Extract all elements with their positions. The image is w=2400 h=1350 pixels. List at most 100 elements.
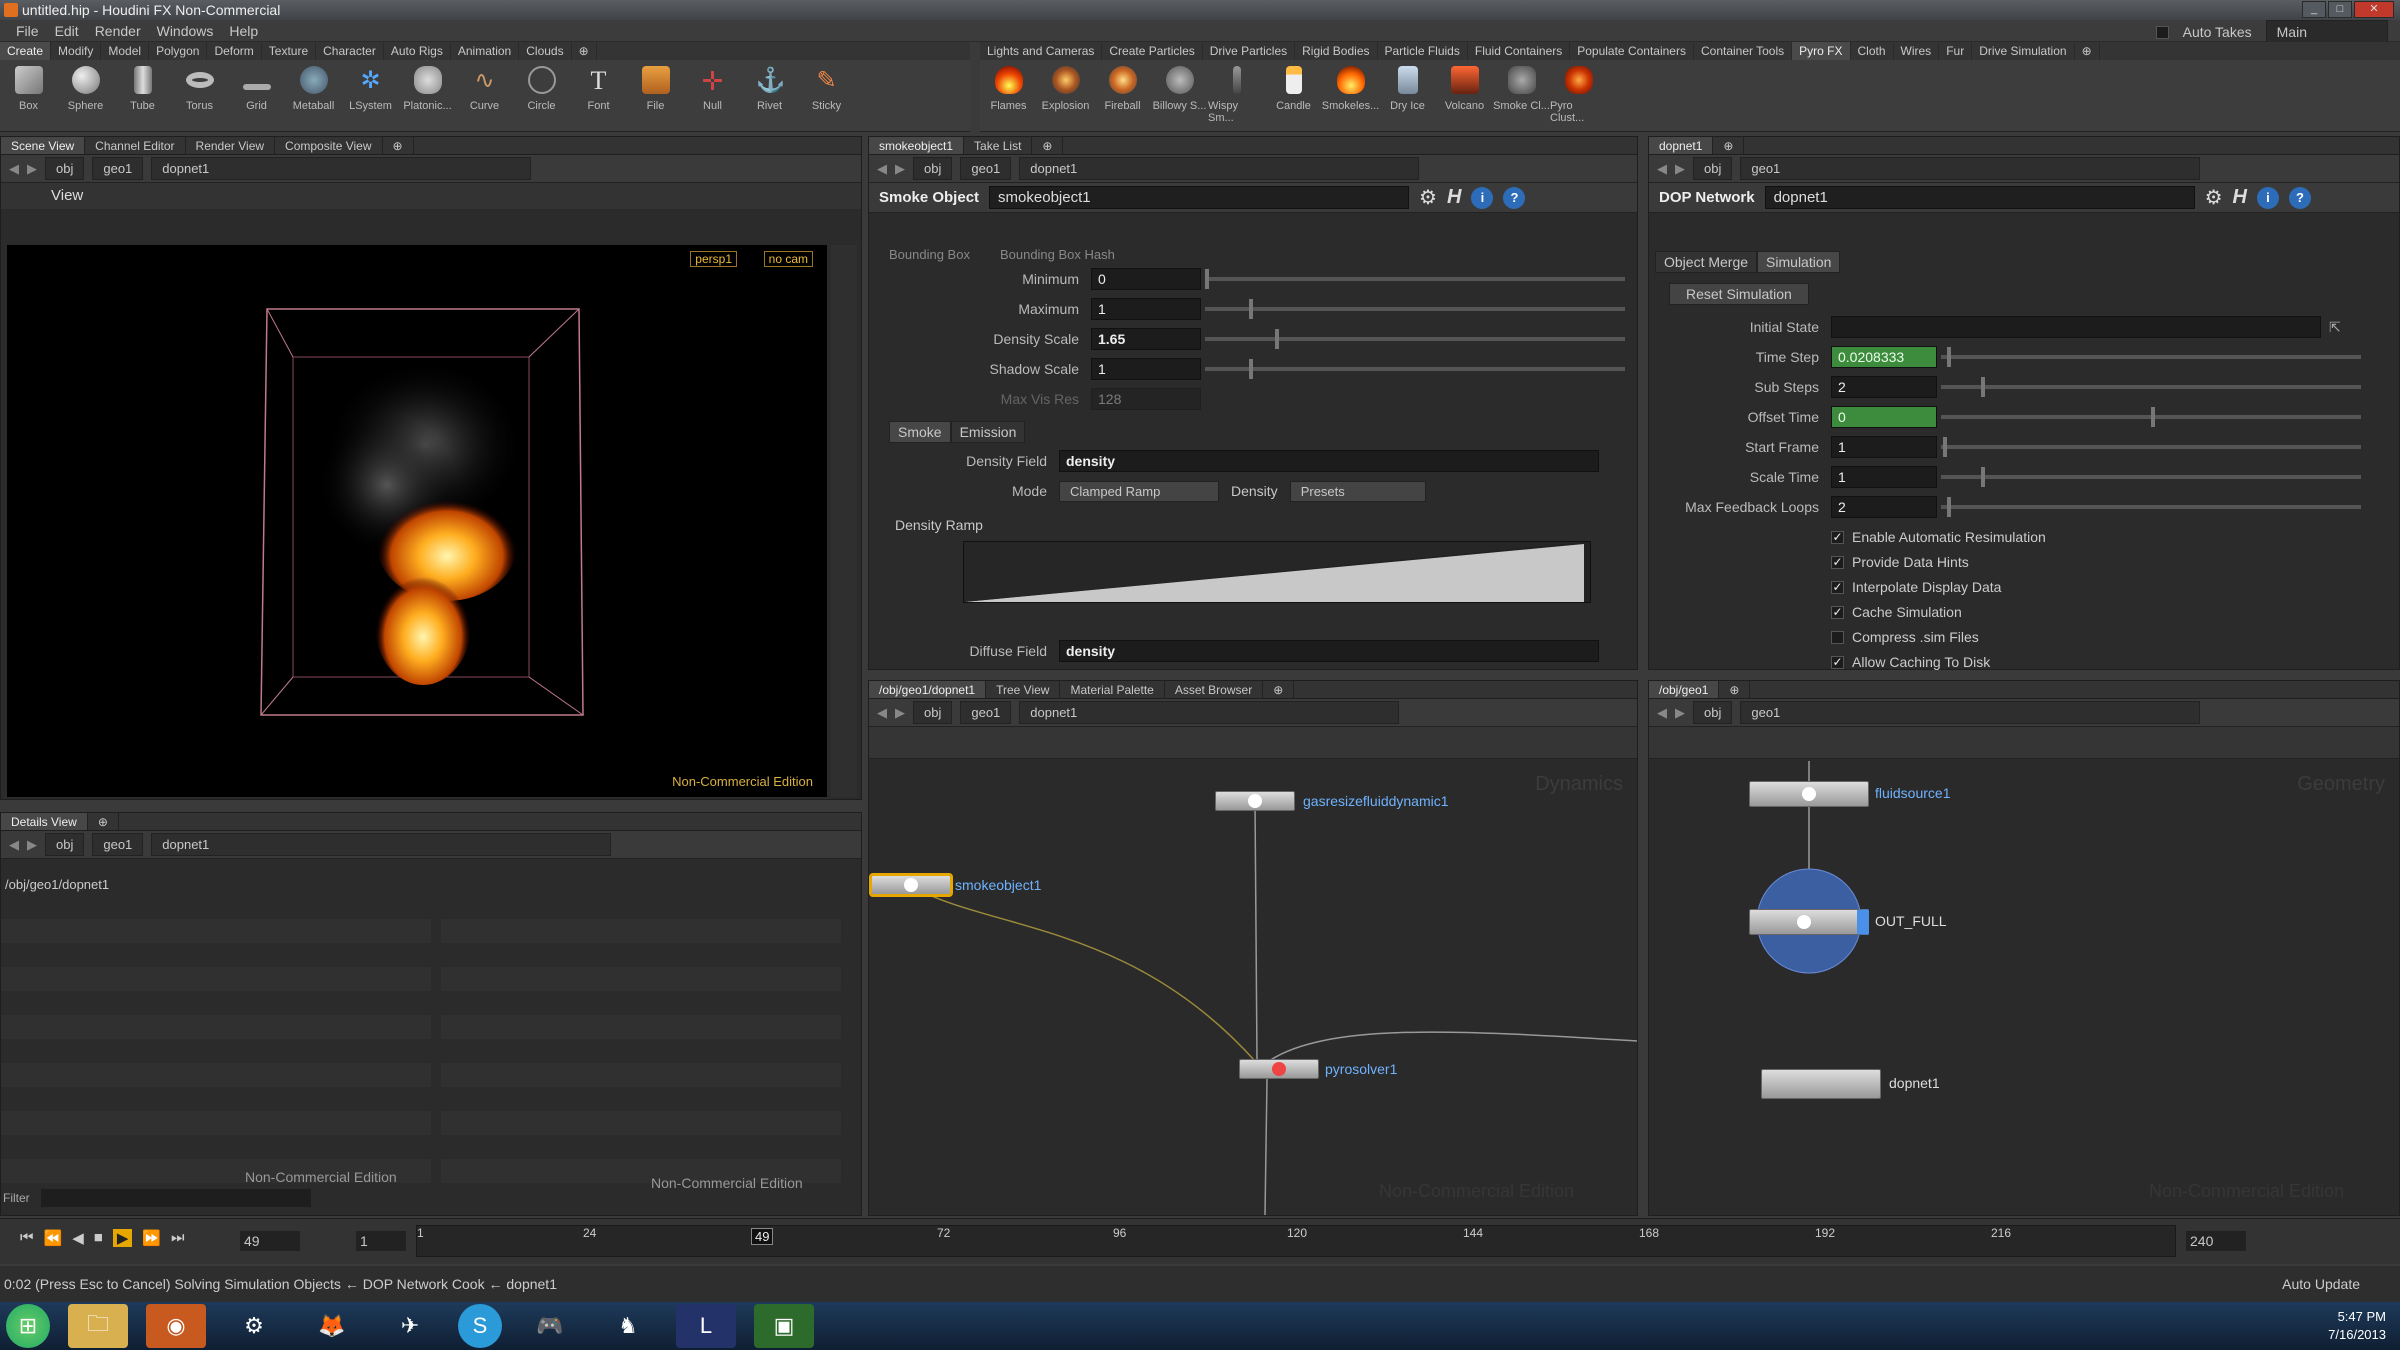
max-feedback-loops-slider[interactable] — [1941, 497, 2361, 517]
firefox-icon[interactable]: 🦊 — [302, 1304, 362, 1348]
back-arrow-icon[interactable]: ◀ — [1657, 705, 1667, 721]
info-icon[interactable]: i — [1471, 186, 1494, 209]
step-forward-icon[interactable]: ⏩ — [142, 1229, 161, 1247]
path-geo1[interactable]: geo1 — [1740, 701, 2201, 724]
time-step-slider[interactable] — [1941, 347, 2361, 367]
tab-asset-browser[interactable]: Asset Browser — [1165, 681, 1264, 698]
start-frame-field[interactable]: 1 — [356, 1231, 406, 1251]
current-frame-marker[interactable]: 49 — [751, 1228, 774, 1245]
character-icon[interactable]: ♞ — [598, 1304, 658, 1348]
info-icon[interactable]: i — [2256, 186, 2279, 209]
path-obj[interactable]: obj — [913, 701, 953, 724]
tool-wispy-smoke[interactable]: Wispy Sm... — [1208, 60, 1265, 131]
add-tab-icon[interactable]: ⊕ — [88, 813, 119, 830]
stop-icon[interactable]: ■ — [94, 1229, 103, 1247]
tool-smoke-cluster[interactable]: Smoke Cl... — [1493, 60, 1550, 131]
back-arrow-icon[interactable]: ◀ — [9, 837, 19, 853]
back-arrow-icon[interactable]: ◀ — [877, 705, 887, 721]
geo-network-canvas[interactable]: Geometry fluidsource1 OUT_FULL dopnet1 N… — [1649, 761, 2399, 1215]
max-feedback-loops-field[interactable]: 2 — [1831, 496, 1937, 518]
maximize-button[interactable]: □ — [2328, 1, 2352, 18]
details-data-list[interactable] — [441, 895, 841, 1185]
path-geo1[interactable]: geo1 — [1740, 157, 2201, 180]
menu-file[interactable]: File — [16, 20, 39, 41]
jump-end-icon[interactable]: ⏭ — [171, 1229, 185, 1247]
l-app-icon[interactable]: L — [676, 1304, 736, 1348]
maximum-field[interactable]: 1 — [1091, 298, 1201, 320]
node-dopnet1[interactable] — [1761, 1069, 1881, 1099]
tool-torus[interactable]: Torus — [171, 60, 228, 131]
shelf-tab-particle-fluids[interactable]: Particle Fluids — [1378, 42, 1468, 60]
checkbox-row-cache-disk[interactable]: ✓ Allow Caching To Disk — [1831, 654, 1990, 670]
minimum-slider[interactable] — [1205, 269, 1625, 289]
forward-arrow-icon[interactable]: ▶ — [27, 837, 37, 853]
tool-flames[interactable]: Flames — [980, 60, 1037, 131]
tree-item-dopnet1[interactable]: /obj/geo1/dopnet1 — [5, 877, 109, 892]
steam-icon[interactable]: ⚙ — [224, 1304, 284, 1348]
node-gasresizefluiddynamic1[interactable] — [1215, 791, 1295, 811]
subtab-simulation[interactable]: Simulation — [1757, 251, 1841, 273]
node-name-field[interactable]: smokeobject1 — [989, 186, 1410, 209]
shelf-tab-deform[interactable]: Deform — [207, 42, 262, 60]
density-scale-slider[interactable] — [1205, 329, 1625, 349]
tab-material-palette[interactable]: Material Palette — [1060, 681, 1165, 698]
shelf-tab-populate-containers[interactable]: Populate Containers — [1570, 42, 1694, 60]
checkbox-row-cache-sim[interactable]: ✓ Cache Simulation — [1831, 604, 1962, 620]
forward-arrow-icon[interactable]: ▶ — [1675, 705, 1685, 721]
help-icon[interactable]: ? — [2288, 186, 2311, 209]
mode-select[interactable]: Clamped Ramp — [1059, 480, 1219, 502]
shelf-tab-lights-cameras[interactable]: Lights and Cameras — [980, 42, 1103, 60]
back-arrow-icon[interactable]: ◀ — [9, 161, 19, 177]
tab-smokeobject1[interactable]: smokeobject1 — [869, 137, 965, 154]
help-icon[interactable]: ? — [1503, 186, 1526, 209]
node-chooser-icon[interactable]: ⇱ — [2329, 319, 2341, 336]
viewport-3d[interactable]: persp1 no cam Non-Commercial Edition — [7, 245, 827, 797]
tab-render-view[interactable]: Render View — [186, 137, 276, 154]
menu-help[interactable]: Help — [229, 20, 258, 41]
tool-metaball[interactable]: Metaball — [285, 60, 342, 131]
filter-input[interactable] — [41, 1189, 311, 1207]
shelf-tab-fluid-containers[interactable]: Fluid Containers — [1468, 42, 1571, 60]
tool-fireball[interactable]: Fireball — [1094, 60, 1151, 131]
gear-icon[interactable]: ⚙ — [1419, 185, 1437, 210]
path-geo1[interactable]: geo1 — [92, 157, 144, 180]
houdini-taskbar-icon[interactable]: ◉ — [146, 1304, 206, 1348]
initial-state-field[interactable] — [1831, 316, 2321, 338]
tool-sticky[interactable]: ✎ Sticky — [798, 60, 855, 131]
skype-icon[interactable]: S — [458, 1304, 502, 1348]
shelf-tab-model[interactable]: Model — [101, 42, 150, 60]
tab-tree-view[interactable]: Tree View — [986, 681, 1061, 698]
gear-icon[interactable]: ⚙ — [2205, 185, 2223, 210]
checkbox-row-data-hints[interactable]: ✓ Provide Data Hints — [1831, 554, 1969, 570]
forward-arrow-icon[interactable]: ▶ — [895, 161, 905, 177]
details-tree-list[interactable] — [1, 895, 431, 1185]
close-button[interactable]: ✕ — [2354, 1, 2394, 18]
step-back-icon[interactable]: ⏪ — [44, 1229, 63, 1247]
subtab-object-merge[interactable]: Object Merge — [1655, 251, 1758, 273]
path-obj[interactable]: obj — [1693, 701, 1733, 724]
menu-windows[interactable]: Windows — [157, 20, 214, 41]
offset-time-field[interactable]: 0 — [1831, 406, 1937, 428]
path-dopnet1[interactable]: dopnet1 — [1019, 157, 1420, 180]
max-vis-res-field[interactable]: 128 — [1091, 388, 1201, 410]
tool-grid[interactable]: Grid — [228, 60, 285, 131]
density-field-input[interactable]: density — [1059, 450, 1599, 472]
path-dopnet1[interactable]: dopnet1 — [151, 157, 532, 180]
play-forward-icon[interactable]: ▶ — [112, 1229, 133, 1247]
back-arrow-icon[interactable]: ◀ — [877, 161, 887, 177]
auto-update-select[interactable]: Auto Update — [2282, 1266, 2360, 1302]
start-button-icon[interactable]: ⊞ — [6, 1304, 50, 1348]
tab-details-view[interactable]: Details View — [1, 813, 88, 830]
tool-dry-ice[interactable]: Dry Ice — [1379, 60, 1436, 131]
tool-billowy-smoke[interactable]: Billowy S... — [1151, 60, 1208, 131]
reset-simulation-button[interactable]: Reset Simulation — [1669, 283, 1809, 305]
menu-edit[interactable]: Edit — [55, 20, 79, 41]
desktop-select[interactable]: Main — [2265, 20, 2388, 44]
auto-takes-checkbox[interactable] — [2155, 25, 2169, 39]
back-arrow-icon[interactable]: ◀ — [1657, 161, 1667, 177]
tab-channel-editor[interactable]: Channel Editor — [85, 137, 186, 154]
node-pyrosolver1[interactable] — [1239, 1059, 1319, 1079]
path-obj[interactable]: obj — [913, 157, 953, 180]
start-frame-slider[interactable] — [1941, 437, 2361, 457]
play-reverse-icon[interactable]: ◀ — [72, 1229, 84, 1247]
